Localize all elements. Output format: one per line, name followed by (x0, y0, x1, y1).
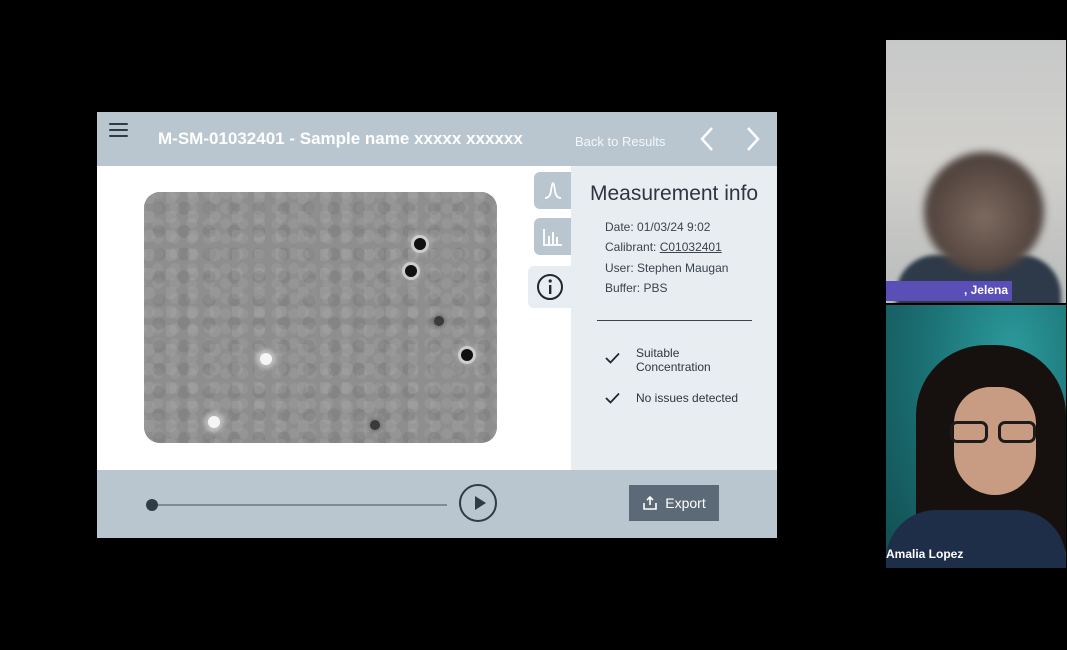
calibrant-link[interactable]: C01032401 (660, 240, 722, 254)
tab-peak[interactable] (534, 172, 571, 209)
dark-particle (414, 238, 426, 250)
dark-particle (370, 420, 380, 430)
previous-arrow-icon[interactable] (696, 124, 720, 154)
info-divider (597, 320, 752, 321)
measurement-info-panel: Measurement info Date: 01/03/24 9:02 Cal… (571, 166, 777, 470)
play-icon (475, 496, 486, 510)
hamburger-menu-icon[interactable] (109, 123, 128, 139)
histogram-icon (542, 228, 562, 246)
bright-particle (208, 416, 220, 428)
buffer-text: Buffer: PBS (605, 281, 668, 295)
participant-video-tile[interactable]: Amalia Lopez (886, 305, 1066, 568)
bright-particle (260, 353, 272, 365)
check-icon (605, 392, 620, 404)
info-icon (536, 274, 563, 300)
app-header: M-SM-01032401 - Sample name xxxxx xxxxxx… (97, 112, 777, 166)
date-text: Date: 01/03/24 9:02 (605, 220, 711, 234)
export-icon (643, 495, 658, 510)
page-title: M-SM-01032401 - Sample name xxxxx xxxxxx (158, 129, 523, 148)
export-label: Export (665, 495, 706, 511)
participant-name-bar: , Jelena (886, 281, 1012, 301)
dark-particle (461, 349, 473, 361)
participant-video-tile[interactable]: , Jelena (886, 40, 1066, 303)
participant-name: Amalia Lopez (886, 547, 964, 561)
next-arrow-icon[interactable] (740, 124, 764, 154)
participant-name: , Jelena (963, 283, 1008, 297)
user-text: User: Stephen Maugan (605, 261, 729, 275)
play-button[interactable] (459, 484, 497, 522)
export-button[interactable]: Export (629, 485, 719, 521)
peak-icon (544, 181, 561, 199)
measurement-app-window: M-SM-01032401 - Sample name xxxxx xxxxxx… (97, 112, 777, 538)
playback-slider-track[interactable] (152, 504, 447, 506)
tab-info[interactable] (528, 266, 571, 308)
blurred-face (924, 152, 1044, 272)
calibrant-label: Calibrant: (605, 240, 660, 254)
video-frame-background (144, 192, 497, 443)
calibrant-text: Calibrant: C01032401 (605, 240, 722, 254)
no-issues-label: No issues detected (636, 391, 739, 405)
playback-bar: Export (97, 470, 777, 538)
check-icon (605, 352, 620, 364)
tab-histogram[interactable] (534, 218, 571, 255)
measurement-info-heading: Measurement info (590, 182, 759, 205)
suitable-concentration-label: Suitable Concentration (636, 346, 711, 374)
participant-glasses (950, 421, 1042, 445)
faint-particle (434, 316, 444, 326)
back-to-results-link[interactable]: Back to Results (575, 134, 665, 149)
dark-particle (405, 265, 417, 277)
particle-video-viewer[interactable] (144, 192, 497, 443)
playback-slider-thumb[interactable] (146, 499, 158, 511)
